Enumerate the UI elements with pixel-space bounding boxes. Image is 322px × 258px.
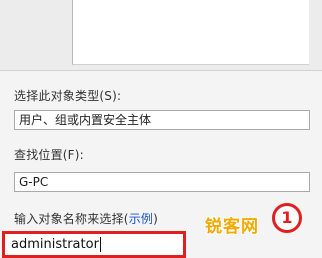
object-names-input[interactable]: administrator [2, 231, 186, 258]
examples-link[interactable]: 示例 [129, 212, 153, 226]
enter-names-label-text: 输入对象名称来选择( [14, 212, 129, 226]
object-names-value: administrator [11, 237, 99, 252]
text-caret [99, 237, 101, 252]
previous-dialog-panel [0, 0, 322, 70]
location-label: 查找位置(F): [14, 148, 84, 162]
object-type-label: 选择此对象类型(S): [14, 89, 122, 103]
enter-names-label: 输入对象名称来选择(示例) [14, 210, 158, 227]
previous-dialog-white-area [72, 0, 309, 65]
location-field: G-PC [14, 172, 310, 192]
site-watermark: 锐客网 [205, 217, 259, 237]
step-number-badge: 1 [272, 203, 302, 233]
object-type-field: 用户、组或内置安全主体 [14, 110, 310, 130]
enter-names-label-end: ) [153, 212, 158, 226]
